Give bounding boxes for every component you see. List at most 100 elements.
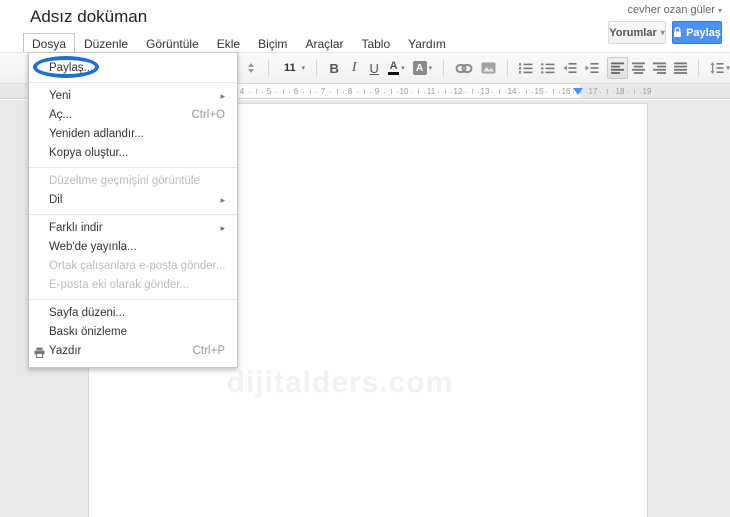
account-name: cevher ozan güler [627,4,715,16]
ruler-tick [586,92,587,93]
align-right-button[interactable] [649,57,670,79]
ruler-number: 10 [399,87,409,96]
ruler-tick [249,92,250,93]
menu-item-sayfa-d-zeni[interactable]: Sayfa düzeni... [29,304,237,323]
text-color-button[interactable]: A ▾ [384,57,409,79]
chevron-down-icon: ▾ [428,65,433,72]
align-left-button[interactable] [607,57,629,79]
ruler-number: 11 [426,87,436,96]
increase-indent-button[interactable] [581,57,603,79]
insert-image-button[interactable] [477,57,500,79]
account-menu[interactable]: cevher ozan güler ▾ [628,4,722,16]
menu-separator [29,82,237,83]
menu-item-label: Paylaş... [49,62,94,74]
ruler-number: 9 [374,87,380,96]
ruler-tick [606,89,608,94]
menu-item-a[interactable]: Ctrl+O Aç... [29,106,237,125]
file-menu-dropdown: Paylaş... ▸ Yeni Ctrl+O Aç... Yeniden adlandı… [28,52,238,368]
toolbar-separator [443,59,445,77]
menu-item-label: Sayfa düzeni... [49,307,126,319]
share-button[interactable]: Paylaş [672,21,722,44]
highlight-color-button[interactable]: A ▾ [409,57,437,79]
menu-item-d-zeltme-ge-mi-ini-g-r-nt-le: Düzeltme geçmişini görüntüle [29,172,237,191]
ruler-tick [633,89,635,94]
menu-item-label: Web'de yayınla... [49,241,137,253]
menu-item-yazd-r[interactable]: Ctrl+P Yazdır [29,342,237,361]
menu-item-payla[interactable]: Paylaş... [29,59,237,78]
submenu-arrow-icon: ▸ [220,195,225,205]
ruler-tick [363,89,365,94]
comments-button[interactable]: Yorumlar ▾ [608,21,666,44]
menubar: Dosya Düzenle Görüntüle Ekle Biçim Araçl… [23,33,455,53]
menu-item-bask-nizleme[interactable]: Baskı önizleme [29,323,237,342]
ruler-number: 17 [588,87,598,96]
toolbar-separator [316,59,318,77]
ruler-tick [417,89,419,94]
link-icon [455,63,473,73]
ruler-number: 4 [239,87,245,96]
chevron-down-icon: ▾ [660,28,665,37]
ruler-tick [316,92,317,93]
chevron-down-icon: ▾ [717,6,722,15]
chevron-down-icon: ▾ [726,65,730,72]
ruler-tick [600,92,601,93]
ruler-tick [444,89,446,94]
chevron-down-icon: ▾ [301,65,306,72]
ruler-tick [303,92,304,93]
google-docs-window: cevher ozan güler ▾ Adsız doküman Dosya D… [0,0,730,517]
menu-araclar[interactable]: Araçlar [296,33,352,53]
ruler-tick [465,92,466,93]
right-indent-marker[interactable] [573,88,583,95]
ruler-tick [262,92,263,93]
align-center-icon [632,62,646,74]
menu-yardim[interactable]: Yardım [399,33,455,53]
menu-duzenle[interactable]: Düzenle [75,33,137,53]
ruler-number: 7 [320,87,326,96]
increase-indent-icon [585,63,599,73]
menu-item-kopya-olu-tur[interactable]: Kopya oluştur... [29,144,237,163]
ruler-number: 12 [453,87,463,96]
decrease-indent-button[interactable] [559,57,581,79]
align-center-button[interactable] [628,57,649,79]
submenu-arrow-icon: ▸ [220,223,225,233]
ruler-tick [384,92,385,93]
document-title[interactable]: Adsız doküman [30,7,147,27]
menu-dosya[interactable]: Dosya [23,33,76,53]
ruler-number: 6 [293,87,299,96]
menu-goruntule[interactable]: Görüntüle [137,33,208,53]
menu-item-web-de-yay-nla[interactable]: Web'de yayınla... [29,238,237,257]
printer-icon [34,346,45,365]
underline-button[interactable]: U [364,57,384,79]
menu-item-dil[interactable]: ▸ Dil [29,191,237,210]
highlight-icon: A [412,61,427,75]
menu-item-label: Düzeltme geçmişini görüntüle [49,175,200,187]
ruler-tick [309,89,311,94]
line-spacing-button[interactable]: ▾ [706,57,730,79]
menu-tablo[interactable]: Tablo [352,33,399,53]
italic-button[interactable]: I [344,57,364,79]
menu-item-yeniden-adland-r[interactable]: Yeniden adlandır... [29,125,237,144]
ruler-tick [525,89,527,94]
menu-item-label: Aç... [49,109,73,121]
menu-bicim[interactable]: Biçim [249,33,296,53]
chevron-down-icon: ▾ [401,65,405,72]
ruler-tick [613,92,614,93]
font-size-select[interactable]: 11 ▾ [276,57,309,79]
ruler-number: 14 [507,87,517,96]
align-justify-icon [674,62,688,74]
menu-item-label: E-posta eki olarak gönder... [49,279,189,291]
menu-item-label: Yeniden adlandır... [49,128,144,140]
insert-link-button[interactable] [451,57,477,79]
ruler-tick [559,92,560,93]
menu-item-farkl-indir[interactable]: ▸ Farklı indir [29,219,237,238]
ruler-number: 13 [480,87,490,96]
align-justify-button[interactable] [670,57,691,79]
style-spinner-icon[interactable] [241,57,261,79]
bulleted-list-button[interactable] [537,57,559,79]
menu-ekle[interactable]: Ekle [208,33,249,53]
line-spacing-icon [710,62,724,74]
menu-item-yeni[interactable]: ▸ Yeni [29,87,237,106]
numbered-list-button[interactable] [515,57,537,79]
bold-button[interactable]: B [324,57,344,79]
ruler-tick [552,89,554,94]
